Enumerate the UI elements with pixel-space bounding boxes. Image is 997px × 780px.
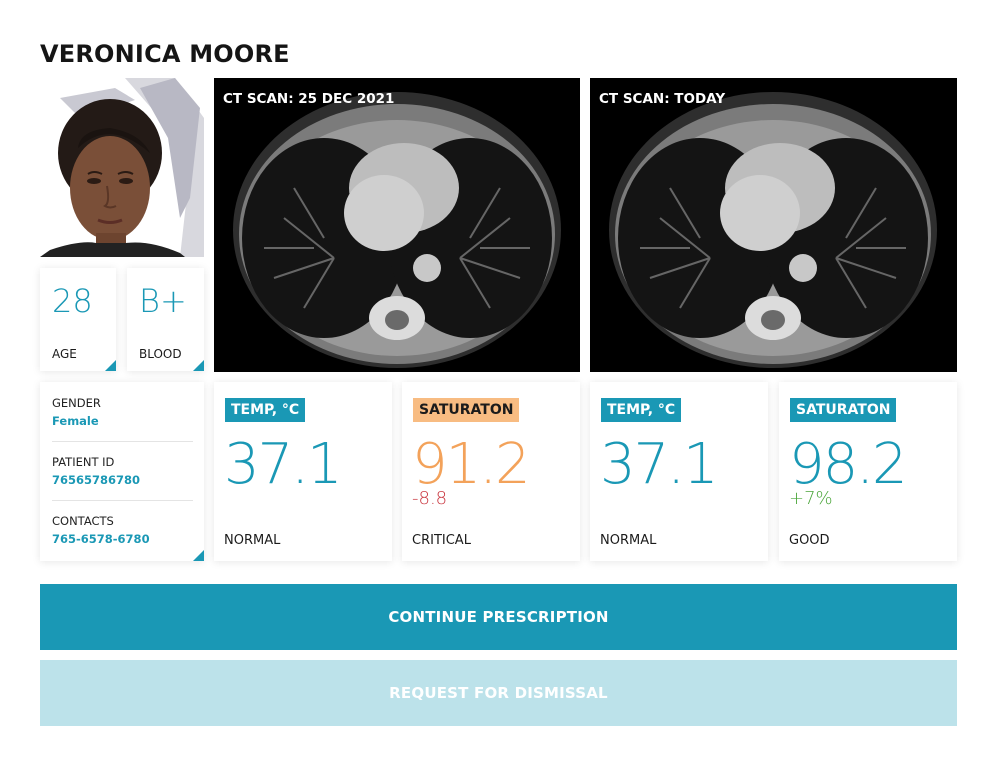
metric-tag: SATURATON — [790, 398, 897, 422]
age-value: 28 — [52, 282, 93, 320]
gender-value: Female — [52, 414, 99, 428]
patient-id-value: 76565786780 — [52, 473, 141, 487]
gender-label: GENDER — [52, 396, 101, 410]
request-dismissal-button[interactable]: REQUEST FOR DISMISSAL — [40, 660, 957, 726]
metric-card-temp-previous: TEMP, °C 37.1 NORMAL — [214, 382, 392, 561]
divider — [52, 441, 193, 442]
divider — [52, 500, 193, 501]
ct-scan-image — [233, 92, 561, 368]
metric-status: NORMAL — [224, 533, 281, 548]
metric-delta: +7% — [789, 488, 833, 509]
metric-card-saturation-previous: SATURATON 91.2 -8.8 CRITICAL — [402, 382, 580, 561]
metric-status: NORMAL — [600, 533, 657, 548]
age-card: 28 AGE — [40, 268, 116, 371]
metric-status: CRITICAL — [412, 533, 471, 548]
patient-info-card: GENDER Female PATIENT ID 76565786780 CON… — [40, 382, 204, 561]
contacts-label: CONTACTS — [52, 514, 114, 528]
metric-tag: TEMP, °C — [225, 398, 306, 422]
blood-card: B+ BLOOD — [127, 268, 204, 371]
metric-value: 37.1 — [600, 432, 719, 497]
metric-tag: SATURATON — [413, 398, 520, 422]
metric-value: 37.1 — [224, 432, 343, 497]
ct-scan-label: CT SCAN: TODAY — [599, 91, 726, 107]
ct-scan-today[interactable]: CT SCAN: TODAY — [590, 78, 957, 372]
blood-value: B+ — [139, 282, 187, 320]
metric-status: GOOD — [789, 533, 830, 548]
contacts-value[interactable]: 765-6578-6780 — [52, 532, 204, 546]
age-label: AGE — [52, 347, 77, 361]
patient-name: VERONICA MOORE — [40, 40, 290, 68]
metric-card-temp-today: TEMP, °C 37.1 NORMAL — [590, 382, 768, 561]
metric-delta: -8.8 — [412, 488, 448, 509]
continue-prescription-button[interactable]: CONTINUE PRESCRIPTION — [40, 584, 957, 650]
ct-scan-label: CT SCAN: 25 DEC 2021 — [223, 91, 395, 107]
metric-card-saturation-today: SATURATON 98.2 +7% GOOD — [779, 382, 957, 561]
ct-scan-image — [609, 92, 937, 368]
metric-tag: TEMP, °C — [601, 398, 682, 422]
patient-id-label: PATIENT ID — [52, 455, 115, 469]
ct-scan-previous[interactable]: CT SCAN: 25 DEC 2021 — [214, 78, 580, 372]
avatar — [40, 78, 204, 257]
patient-photo — [40, 78, 204, 257]
blood-label: BLOOD — [139, 347, 182, 361]
